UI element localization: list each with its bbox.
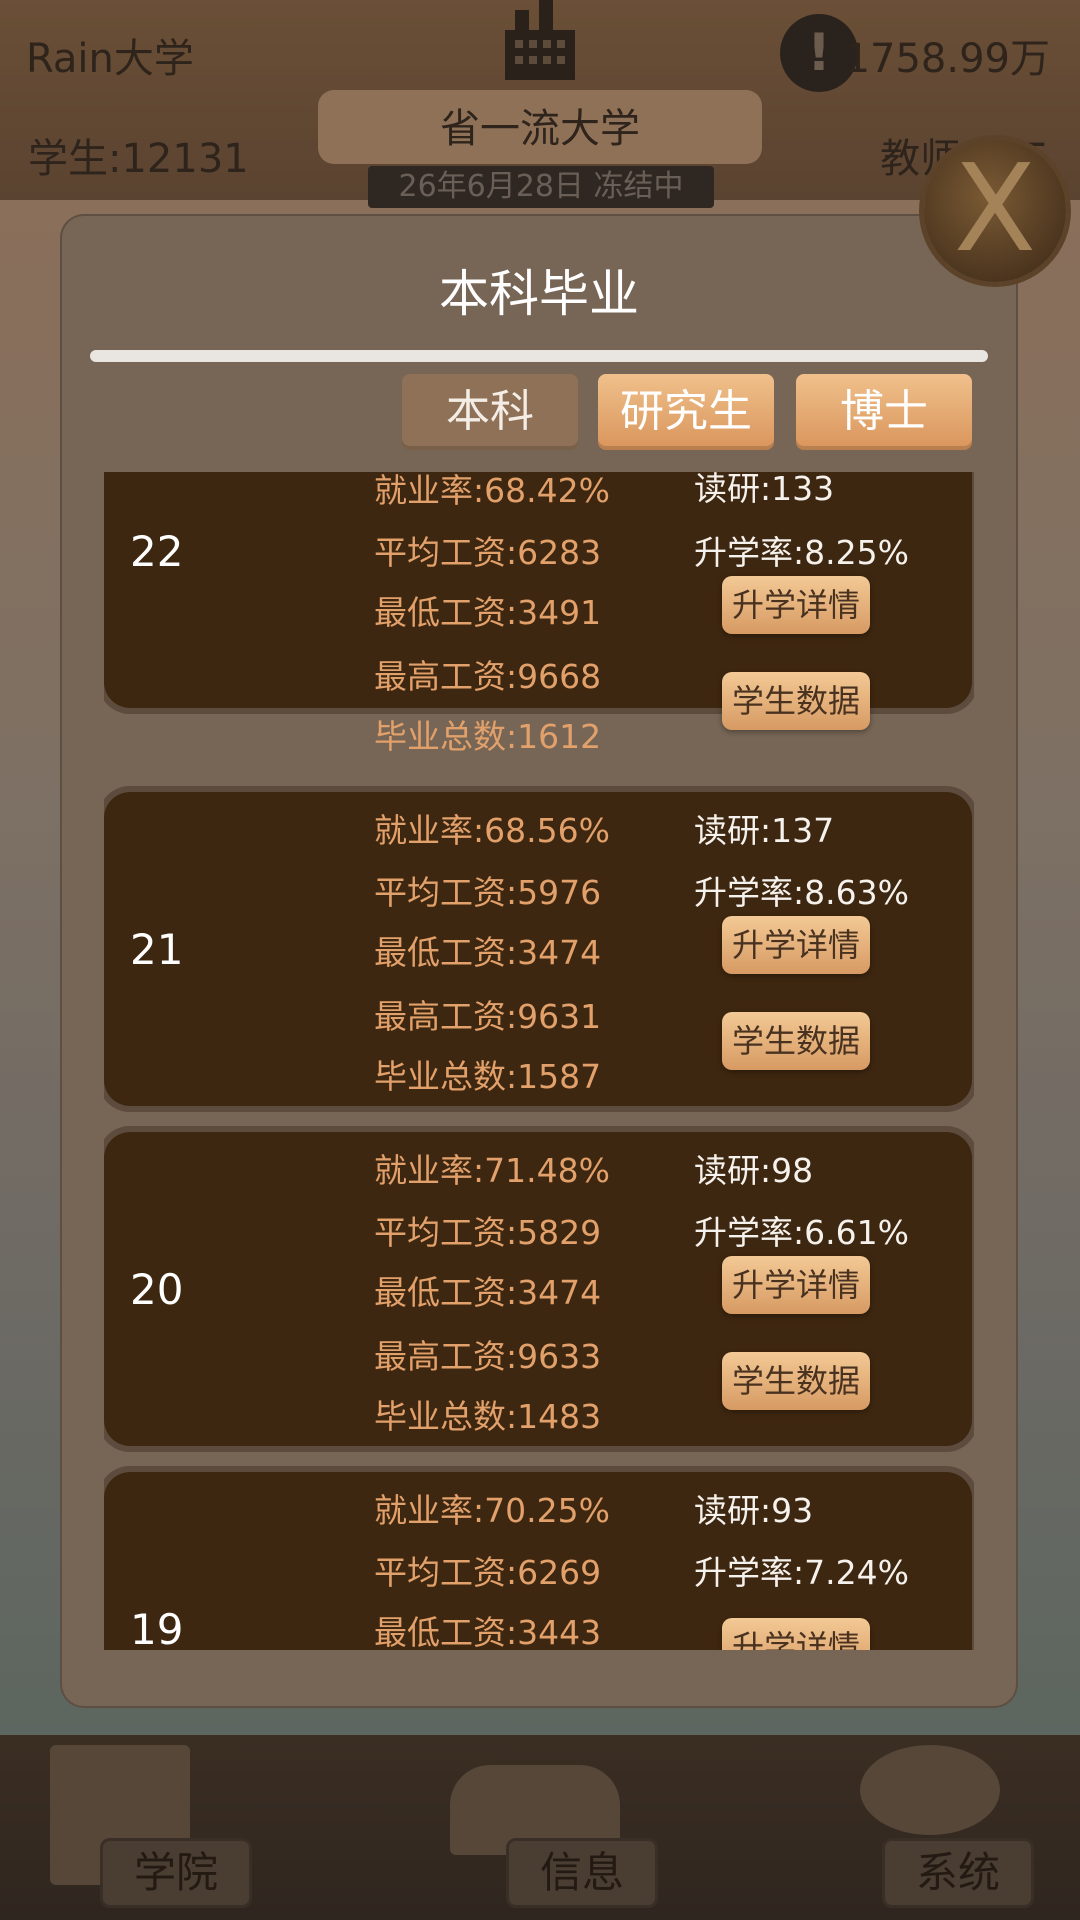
record-year: 21 — [130, 924, 184, 974]
total-graduates: 毕业总数:1587 — [374, 1057, 602, 1096]
advance-details-button[interactable]: 升学详情 — [722, 916, 870, 974]
min-salary: 最低工资:3443 — [374, 1613, 602, 1650]
graduation-record-card: 21 就业率:68.56% 平均工资:5976 最低工资:3474 最高工资:9… — [104, 792, 972, 1106]
modal-divider — [90, 350, 988, 362]
max-salary: 最高工资:9633 — [374, 1337, 602, 1376]
max-salary: 最高工资:9668 — [374, 657, 602, 696]
advance-details-button[interactable]: 升学详情 — [722, 1618, 870, 1650]
employment-rate: 就业率:68.56% — [374, 811, 610, 850]
grad-school-count: 读研:93 — [694, 1491, 814, 1530]
advance-rate: 升学率:7.24% — [694, 1553, 909, 1592]
average-salary: 平均工资:5976 — [374, 873, 602, 912]
record-year: 20 — [130, 1264, 184, 1314]
rank-title: 省一流大学 — [440, 106, 640, 152]
university-name: Rain大学 — [26, 36, 194, 82]
grad-school-count: 读研:137 — [694, 811, 835, 850]
average-salary: 平均工资:6269 — [374, 1553, 602, 1592]
graduation-record-list[interactable]: 22 就业率:68.42% 平均工资:6283 最低工资:3491 最高工资:9… — [104, 472, 974, 1650]
tab-doctorate[interactable]: 博士 — [796, 374, 972, 450]
average-salary: 平均工资:6283 — [374, 533, 602, 572]
record-year: 22 — [130, 526, 184, 576]
advance-rate: 升学率:8.63% — [694, 873, 909, 912]
info-nav-button[interactable]: 信息 — [506, 1838, 658, 1908]
graduation-record-card: 20 就业率:71.48% 平均工资:5829 最低工资:3474 最高工资:9… — [104, 1132, 972, 1446]
grad-school-count: 读研:133 — [694, 472, 835, 508]
college-nav-button[interactable]: 学院 — [100, 1838, 252, 1908]
student-count: 学生:12131 — [28, 136, 249, 182]
advance-details-button[interactable]: 升学详情 — [722, 576, 870, 634]
building-icon — [505, 0, 575, 80]
min-salary: 最低工资:3474 — [374, 1273, 602, 1312]
funds-display: 1758.99万 — [844, 36, 1050, 82]
max-salary: 最高工资:9631 — [374, 997, 602, 1036]
advance-details-button[interactable]: 升学详情 — [722, 1256, 870, 1314]
min-salary: 最低工资:3474 — [374, 933, 602, 972]
modal-title: 本科毕业 — [439, 265, 639, 323]
average-salary: 平均工资:5829 — [374, 1213, 602, 1252]
advance-rate: 升学率:6.61% — [694, 1213, 909, 1252]
tab-undergraduate[interactable]: 本科 — [402, 374, 578, 450]
employment-rate: 就业率:70.25% — [374, 1491, 610, 1530]
employment-rate: 就业率:68.42% — [374, 472, 610, 510]
graduation-record-card: 19 就业率:70.25% 平均工资:6269 最低工资:3443 读研:93 … — [104, 1472, 972, 1650]
tab-graduate[interactable]: 研究生 — [598, 374, 774, 450]
system-nav-button[interactable]: 系统 — [882, 1838, 1034, 1908]
student-data-button[interactable]: 学生数据 — [722, 672, 870, 730]
close-button[interactable]: X — [924, 140, 1066, 282]
student-data-button[interactable]: 学生数据 — [722, 1012, 870, 1070]
grad-school-count: 读研:98 — [694, 1151, 814, 1190]
total-graduates: 毕业总数:1483 — [374, 1397, 602, 1436]
employment-rate: 就业率:71.48% — [374, 1151, 610, 1190]
min-salary: 最低工资:3491 — [374, 593, 602, 632]
graduation-record-card: 22 就业率:68.42% 平均工资:6283 最低工资:3491 最高工资:9… — [104, 472, 972, 756]
student-data-button[interactable]: 学生数据 — [722, 1352, 870, 1410]
record-year: 19 — [130, 1604, 184, 1651]
date-status: 26年6月28日 冻结中 — [368, 166, 714, 208]
magnifier-icon — [860, 1745, 1000, 1835]
total-graduates: 毕业总数:1612 — [374, 717, 602, 756]
advance-rate: 升学率:8.25% — [694, 533, 909, 572]
